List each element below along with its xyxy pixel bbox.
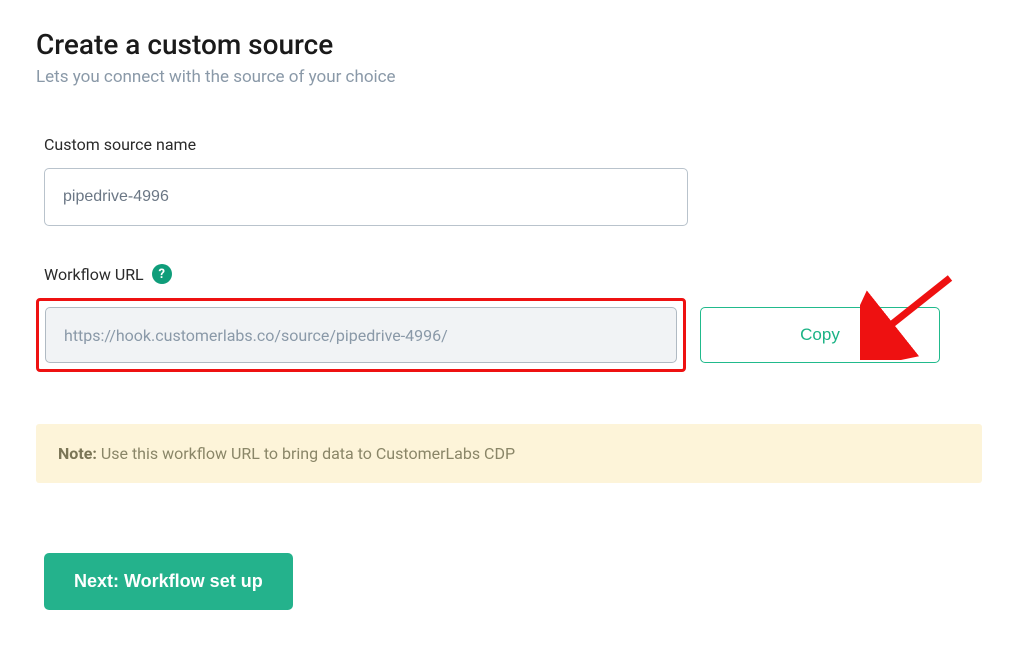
help-icon[interactable]: ? bbox=[152, 264, 172, 284]
next-button[interactable]: Next: Workflow set up bbox=[44, 553, 293, 610]
workflow-url-display[interactable]: https://hook.customerlabs.co/source/pipe… bbox=[45, 307, 677, 363]
page-title: Create a custom source bbox=[36, 28, 988, 61]
page-subtitle: Lets you connect with the source of your… bbox=[36, 67, 988, 87]
copy-button[interactable]: Copy bbox=[700, 307, 940, 363]
source-name-input[interactable] bbox=[44, 168, 688, 226]
workflow-url-label-row: Workflow URL ? bbox=[36, 264, 988, 284]
source-name-group: Custom source name bbox=[36, 135, 988, 226]
source-name-label: Custom source name bbox=[36, 135, 988, 154]
workflow-url-highlight: https://hook.customerlabs.co/source/pipe… bbox=[36, 298, 686, 372]
workflow-url-label: Workflow URL bbox=[44, 265, 144, 284]
workflow-url-group: Workflow URL ? bbox=[36, 264, 988, 284]
note-text: Use this workflow URL to bring data to C… bbox=[97, 444, 515, 463]
note-box: Note: Use this workflow URL to bring dat… bbox=[36, 424, 982, 483]
workflow-url-row: https://hook.customerlabs.co/source/pipe… bbox=[36, 298, 988, 372]
note-prefix: Note: bbox=[58, 444, 97, 463]
